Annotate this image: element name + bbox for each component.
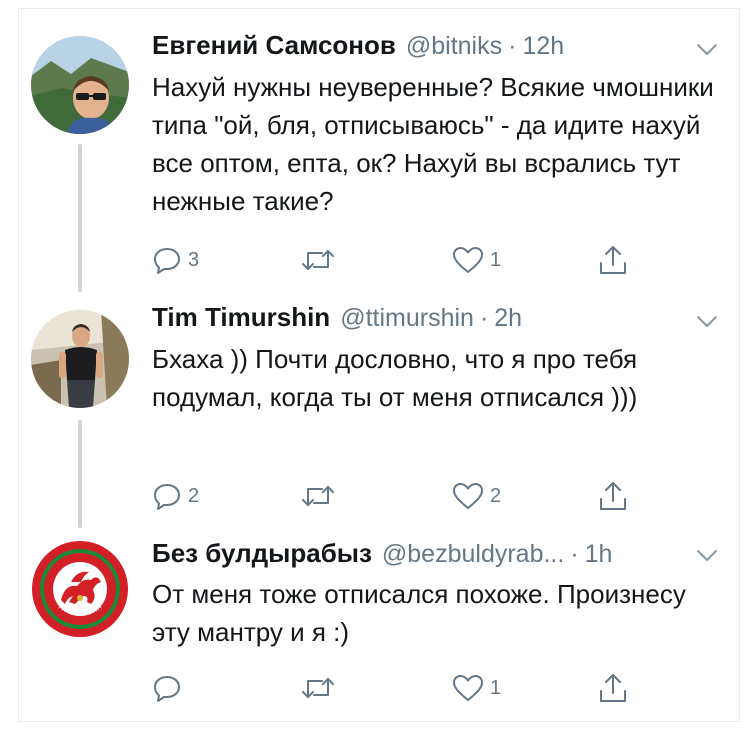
thread-line xyxy=(78,144,82,292)
author-name[interactable]: Tim Timurshin xyxy=(152,302,330,333)
reply-button[interactable] xyxy=(152,670,188,706)
reply-icon xyxy=(154,484,180,510)
avatar-photo xyxy=(31,36,129,134)
heart-icon xyxy=(453,675,483,701)
reply-count: 3 xyxy=(188,248,200,271)
like-button[interactable]: 2 xyxy=(452,478,501,514)
thread-line xyxy=(78,420,82,528)
share-icon xyxy=(600,246,626,274)
tweet-text: От меня тоже отписался похоже. Произнесу… xyxy=(152,579,686,647)
separator-dot: · xyxy=(479,304,489,332)
reply-button[interactable]: 2 xyxy=(152,478,199,514)
chevron-down-icon[interactable] xyxy=(695,314,719,330)
like-count: 2 xyxy=(490,484,502,507)
avatar[interactable] xyxy=(31,36,129,134)
tweet-header: Без булдырабыз @bezbuldyrab... · 1h xyxy=(152,538,612,574)
heart-icon xyxy=(453,247,483,273)
author-handle[interactable]: @bezbuldyrab... xyxy=(382,540,564,569)
author-name[interactable]: Без булдырабыз xyxy=(152,538,372,569)
retweet-button[interactable] xyxy=(300,670,342,706)
share-button[interactable] xyxy=(598,670,628,706)
like-count: 1 xyxy=(490,676,502,699)
like-count: 1 xyxy=(490,248,502,271)
author-handle[interactable]: @ttimurshin xyxy=(340,304,474,333)
timestamp[interactable]: 2h xyxy=(494,304,522,333)
retweet-button[interactable] xyxy=(300,478,342,514)
retweet-icon xyxy=(302,250,334,270)
avatar-photo xyxy=(31,310,129,408)
tweet-header: Евгений Самсонов @bitniks · 12h xyxy=(152,30,564,66)
like-button[interactable]: 1 xyxy=(452,670,501,706)
timestamp[interactable]: 12h xyxy=(522,32,564,61)
separator-dot: · xyxy=(508,32,517,60)
author-name[interactable]: Евгений Самсонов xyxy=(152,30,396,61)
tweet-header: Tim Timurshin @ttimurshin · 2h xyxy=(152,302,522,338)
tweet-actions: 2 2 xyxy=(152,478,652,514)
like-button[interactable]: 1 xyxy=(452,242,501,278)
tatarstan-emblem: ТАТАРСТАН xyxy=(32,541,128,637)
author-handle[interactable]: @bitniks xyxy=(406,32,502,61)
tweet-text: Нахуй нужны неуверенные? Всякие чмошники… xyxy=(152,72,714,216)
avatar[interactable]: ТАТАРСТАН xyxy=(31,540,129,638)
tweet-actions: 1 xyxy=(152,670,652,706)
retweet-icon xyxy=(302,486,334,506)
reply-icon xyxy=(154,676,180,702)
retweet-icon xyxy=(302,678,334,698)
reply-icon xyxy=(154,248,180,274)
reply-count: 2 xyxy=(188,484,200,507)
chevron-down-icon[interactable] xyxy=(695,548,719,564)
share-icon xyxy=(600,482,626,510)
share-icon xyxy=(600,674,626,702)
heart-icon xyxy=(453,483,483,509)
avatar[interactable] xyxy=(31,310,129,408)
reply-button[interactable]: 3 xyxy=(152,242,199,278)
share-button[interactable] xyxy=(598,478,628,514)
chevron-down-icon[interactable] xyxy=(695,42,719,58)
separator-dot: · xyxy=(570,540,579,568)
share-button[interactable] xyxy=(598,242,628,278)
tweet-actions: 3 1 xyxy=(152,242,652,278)
tweet-text: Бхаха )) Почти дословно, что я про тебя … xyxy=(152,344,638,412)
timestamp[interactable]: 1h xyxy=(585,540,613,569)
retweet-button[interactable] xyxy=(300,242,342,278)
